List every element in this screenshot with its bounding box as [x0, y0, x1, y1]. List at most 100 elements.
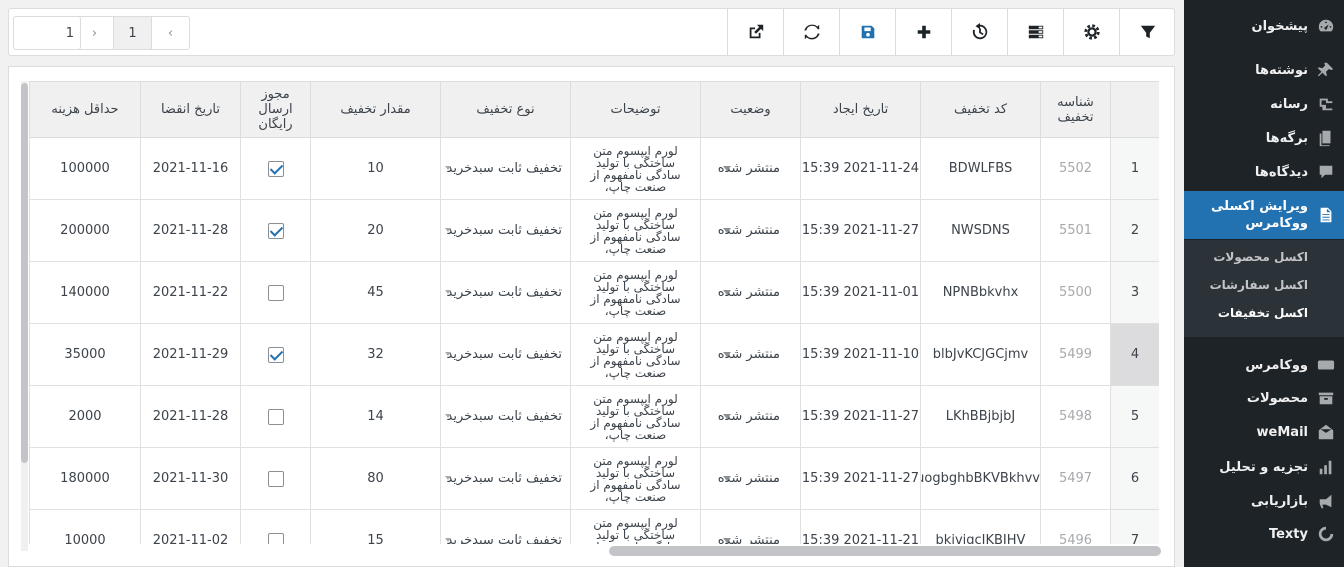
table-row[interactable]: 1 5502 BDWLFBS 2021-11-24 15:39 منتشر شده لور… [29, 137, 1159, 200]
discount-type-cell[interactable]: تخفیف ثابت سبدخرید [440, 323, 571, 386]
discount-id-cell[interactable]: 5497 [1040, 447, 1111, 510]
vertical-scrollbar-thumb[interactable] [21, 83, 28, 463]
discount-code-cell[interactable]: NPNBbkvhx [920, 261, 1041, 324]
expiry-date-cell[interactable]: 2021-11-16 [140, 137, 241, 200]
expiry-date-cell[interactable]: 2021-11-02 [140, 509, 241, 544]
discount-id-cell[interactable]: 5496 [1040, 509, 1111, 544]
pagination-current-page[interactable]: 1 [114, 17, 152, 49]
header-description[interactable]: توضیحات [570, 81, 701, 138]
discount-amount-cell[interactable]: 20 [310, 199, 441, 262]
header-discount-id[interactable]: شناسه تخفیف [1040, 81, 1111, 138]
row-number[interactable]: 6 [1110, 447, 1159, 510]
free-shipping-cell[interactable] [240, 199, 311, 262]
row-number[interactable]: 4 [1110, 323, 1159, 386]
menu-item-dashboard[interactable]: پیشخوان [1184, 12, 1344, 40]
discount-amount-cell[interactable]: 15 [310, 509, 441, 544]
export-button[interactable] [727, 9, 783, 55]
header-discount-amount[interactable]: مقدار تخفیف [310, 81, 441, 138]
discount-id-cell[interactable]: 5499 [1040, 323, 1111, 386]
free-shipping-checkbox[interactable] [267, 284, 284, 301]
created-date-cell[interactable]: 2021-11-24 15:39 [800, 137, 921, 200]
status-select-cell[interactable]: منتشر شده [700, 137, 801, 200]
menu-item-texty[interactable]: Texty [1184, 520, 1344, 548]
expiry-date-cell[interactable]: 2021-11-28 [140, 385, 241, 448]
header-min-spend[interactable]: حداقل هزینه [29, 81, 141, 138]
created-date-cell[interactable]: 2021-11-01 15:39 [800, 261, 921, 324]
free-shipping-checkbox[interactable] [267, 470, 284, 487]
discount-type-cell[interactable]: تخفیف ثابت سبدخرید [440, 199, 571, 262]
created-date-cell[interactable]: 2021-11-27 15:39 [800, 199, 921, 262]
description-cell[interactable]: لورم ایپسوم متن ساختگی با تولید سادگی نا… [570, 323, 701, 386]
discount-amount-cell[interactable]: 32 [310, 323, 441, 386]
discount-id-cell[interactable]: 5500 [1040, 261, 1111, 324]
header-discount-type[interactable]: نوع تخفیف [440, 81, 571, 138]
expiry-date-cell[interactable]: 2021-11-28 [140, 199, 241, 262]
table-row[interactable]: 3 5500 NPNBbkvhx 2021-11-01 15:39 منتشر شده ل… [29, 261, 1159, 324]
expiry-date-cell[interactable]: 2021-11-22 [140, 261, 241, 324]
description-cell[interactable]: لورم ایپسوم متن ساختگی با تولید سادگی نا… [570, 385, 701, 448]
filter-button[interactable] [1119, 9, 1175, 55]
submenu-item-discounts[interactable]: اکسل تخفیفات [1184, 306, 1344, 320]
description-cell[interactable]: لورم ایپسوم متن ساختگی با تولید سادگی نا… [570, 447, 701, 510]
menu-item-comments[interactable]: دیدگاه‌ها [1184, 158, 1344, 186]
table-row[interactable]: 2 5501 NWSDNS 2021-11-27 15:39 منتشر شده لورم… [29, 199, 1159, 262]
save-button[interactable] [839, 9, 895, 55]
row-number[interactable]: 1 [1110, 137, 1159, 200]
menu-item-marketing[interactable]: بازاریابی [1184, 487, 1344, 515]
menu-item-pages[interactable]: برگه‌ها [1184, 124, 1344, 152]
status-select-cell[interactable]: منتشر شده [700, 261, 801, 324]
horizontal-scrollbar-thumb[interactable] [609, 546, 1161, 556]
refresh-button[interactable] [783, 9, 839, 55]
menu-item-woocommerce[interactable]: ووکامرس [1184, 351, 1344, 379]
table-row[interactable]: 4 5499 blbJvKCJGCjmv 2021-11-10 15:39 منتشر … [29, 323, 1159, 386]
status-select-cell[interactable]: منتشر شده [700, 447, 801, 510]
row-number[interactable]: 2 [1110, 199, 1159, 262]
free-shipping-cell[interactable] [240, 447, 311, 510]
table-row[interactable]: 6 5497 uogbghbBKVBkhvv 2021-11-27 15:39 منتش… [29, 447, 1159, 510]
description-cell[interactable]: لورم ایپسوم متن ساختگی با تولید سادگی نا… [570, 509, 701, 544]
min-spend-cell[interactable]: 35000 [29, 323, 141, 386]
page-number-input[interactable] [13, 16, 81, 50]
discount-code-cell[interactable]: blbJvKCJGCjmv [920, 323, 1041, 386]
free-shipping-cell[interactable] [240, 323, 311, 386]
discount-code-cell[interactable]: NWSDNS [920, 199, 1041, 262]
free-shipping-cell[interactable] [240, 385, 311, 448]
discount-code-cell[interactable]: BDWLFBS [920, 137, 1041, 200]
row-number[interactable]: 5 [1110, 385, 1159, 448]
columns-button[interactable] [1007, 9, 1063, 55]
table-row[interactable]: 5 5498 LKhBBjbjbJ 2021-11-27 15:39 منتشر شده… [29, 385, 1159, 448]
free-shipping-checkbox[interactable] [267, 532, 284, 544]
discount-type-cell[interactable]: تخفیف ثابت سبدخرید [440, 137, 571, 200]
free-shipping-cell[interactable] [240, 137, 311, 200]
min-spend-cell[interactable]: 180000 [29, 447, 141, 510]
free-shipping-checkbox[interactable] [267, 408, 284, 425]
created-date-cell[interactable]: 2021-11-21 15:39 [800, 509, 921, 544]
discount-type-cell[interactable]: تخفیف ثابت سبدخرید [440, 261, 571, 324]
settings-button[interactable] [1063, 9, 1119, 55]
status-select-cell[interactable]: منتشر شده [700, 199, 801, 262]
menu-item-analytics[interactable]: تجزیه و تحلیل [1184, 453, 1344, 481]
add-button[interactable] [895, 9, 951, 55]
discount-id-cell[interactable]: 5498 [1040, 385, 1111, 448]
menu-item-wemail[interactable]: weMail [1184, 418, 1344, 446]
created-date-cell[interactable]: 2021-11-10 15:39 [800, 323, 921, 386]
row-number[interactable]: 3 [1110, 261, 1159, 324]
discount-code-cell[interactable]: bkjvjgcJKBJHV [920, 509, 1041, 544]
discount-code-cell[interactable]: LKhBBjbjbJ [920, 385, 1041, 448]
history-button[interactable] [951, 9, 1007, 55]
discount-id-cell[interactable]: 5501 [1040, 199, 1111, 262]
created-date-cell[interactable]: 2021-11-27 15:39 [800, 447, 921, 510]
submenu-item-orders[interactable]: اکسل سفارشات [1184, 278, 1344, 292]
discount-amount-cell[interactable]: 80 [310, 447, 441, 510]
pagination-next-button[interactable]: › [76, 17, 114, 49]
discount-type-cell[interactable]: تخفیف ثابت سبدخرید [440, 509, 571, 544]
menu-item-media[interactable]: رسانه [1184, 90, 1344, 118]
discount-amount-cell[interactable]: 14 [310, 385, 441, 448]
row-number[interactable]: 7 [1110, 509, 1159, 544]
menu-item-excel-editor[interactable]: ویرایش اکسلی ووکامرس [1176, 191, 1344, 239]
header-created-date[interactable]: تاریخ ایجاد [800, 81, 921, 138]
discount-type-cell[interactable]: تخفیف ثابت سبدخرید [440, 447, 571, 510]
status-select-cell[interactable]: منتشر شده [700, 385, 801, 448]
discount-type-cell[interactable]: تخفیف ثابت سبدخرید [440, 385, 571, 448]
header-expiry-date[interactable]: تاریخ انقضا [140, 81, 241, 138]
